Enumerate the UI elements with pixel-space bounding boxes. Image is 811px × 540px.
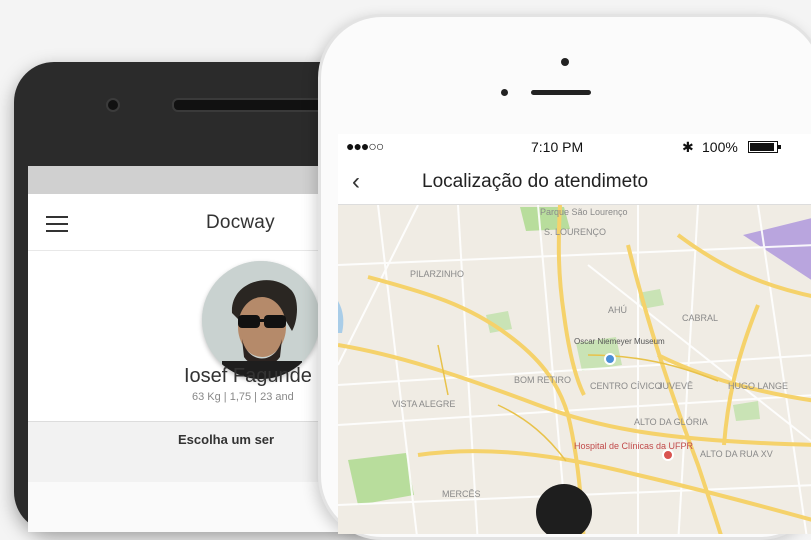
iphone-sensor <box>561 58 569 66</box>
avatar-photo <box>202 261 320 379</box>
nav-bar: ‹ Localização do atendimeto <box>338 160 811 205</box>
front-camera <box>106 98 120 112</box>
map-label-hospital: Hospital de Clínicas da UFPR <box>574 441 694 451</box>
status-time: 7:10 PM <box>531 139 584 155</box>
ios-status-bar: ●●●○○ 7:10 PM ✱ 100% <box>338 134 811 160</box>
iphone-camera <box>501 89 508 96</box>
hospital-pin-icon[interactable] <box>662 449 674 461</box>
map-tiles <box>338 205 811 534</box>
signal-icon: ●●●○○ <box>346 138 384 154</box>
map-label-alto-da-rua-xv: ALTO DA RUA XV <box>700 449 773 459</box>
map-label-parque: Parque São Lourenço <box>540 207 628 217</box>
bluetooth-icon: ✱ <box>682 139 694 155</box>
iphone-screen: ●●●○○ 7:10 PM ✱ 100% ‹ Localização do at… <box>338 134 811 534</box>
screen-title: Localização do atendimeto <box>422 171 649 192</box>
iphone: ●●●○○ 7:10 PM ✱ 100% ‹ Localização do at… <box>318 14 811 540</box>
profile-stats: 63 Kg | 1,75 | 23 and <box>192 391 294 403</box>
map-label-s-lourenco: S. LOURENÇO <box>544 227 607 237</box>
location-marker-button[interactable] <box>536 484 592 534</box>
museum-pin-icon[interactable] <box>604 353 616 365</box>
app-logo: Docway <box>206 212 275 233</box>
back-chevron-icon[interactable]: ‹ <box>352 168 360 196</box>
map-label-museum: Oscar Niemeyer Museum <box>574 337 665 346</box>
map-label-juveve: JUVEVÊ <box>658 381 694 391</box>
map-label-cabral: CABRAL <box>682 313 719 323</box>
service-label: Escolha um ser <box>178 432 275 447</box>
map-view[interactable]: Parque São Lourenço S. LOURENÇO PILARZIN… <box>338 205 811 534</box>
map-label-centro-civico: CENTRO CÍVICO <box>590 381 662 391</box>
avatar[interactable] <box>202 261 320 379</box>
profile-name: Iosef Fagunde <box>184 365 312 387</box>
battery-percent: 100% <box>702 139 738 155</box>
battery-icon <box>748 141 781 153</box>
map-label-bom-retiro: BOM RETIRO <box>514 375 572 385</box>
map-label-vista-alegre: VISTA ALEGRE <box>392 399 456 409</box>
hamburger-menu-icon[interactable] <box>46 216 68 232</box>
map-label-pilarzinho: PILARZINHO <box>410 269 465 279</box>
iphone-speaker <box>531 90 591 95</box>
map-label-alto-da-gloria: ALTO DA GLÓRIA <box>634 417 708 427</box>
map-label-hugo-lange: HUGO LANGE <box>728 381 789 391</box>
earpiece-speaker <box>172 98 326 112</box>
map-label-ahu: AHÚ <box>608 305 628 315</box>
